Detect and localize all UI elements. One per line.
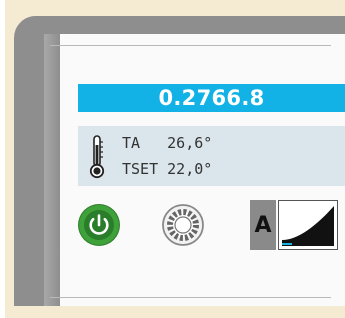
mode-label: A	[254, 212, 272, 238]
power-button[interactable]	[79, 205, 119, 245]
value-display: 0.2766.8	[78, 84, 345, 112]
tset-row: TSET 22,0°	[122, 160, 212, 178]
power-icon	[84, 210, 114, 240]
top-divider	[50, 45, 331, 46]
mode-a-button[interactable]: A	[250, 200, 276, 250]
temperature-panel: TA 26,6° TSET 22,0°	[78, 126, 345, 186]
gear-icon	[162, 204, 204, 246]
value-display-text: 0.2766.8	[158, 86, 265, 110]
top-bezel	[14, 16, 345, 34]
bottom-divider	[50, 297, 331, 298]
mode-selector[interactable]: A	[250, 200, 338, 250]
settings-button[interactable]	[161, 203, 205, 247]
ta-row: TA 26,6°	[122, 134, 212, 152]
left-bezel-highlight	[44, 34, 60, 306]
ta-label: TA	[122, 134, 141, 152]
ramp-icon[interactable]	[278, 200, 338, 250]
thermometer-icon	[89, 135, 105, 179]
tset-label: TSET	[122, 160, 159, 178]
tset-value: 22,0°	[167, 160, 213, 178]
ta-value: 26,6°	[167, 134, 213, 152]
